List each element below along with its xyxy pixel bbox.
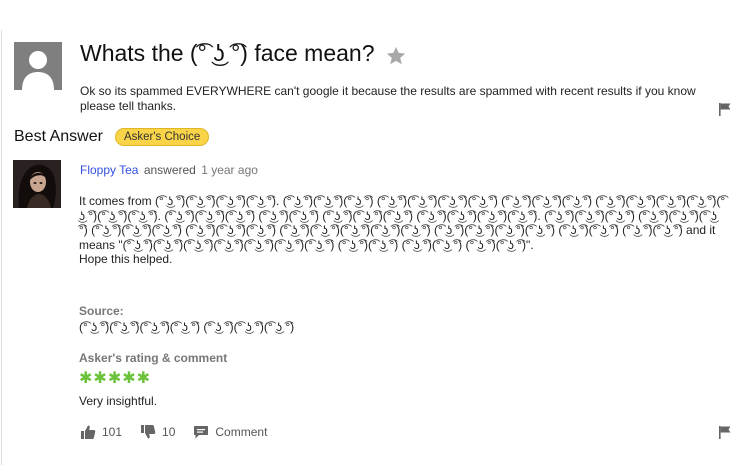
- question-title: Whats the (͡° ͜ʖ ͡°) face mean?: [80, 40, 375, 66]
- comment-button[interactable]: Comment: [193, 424, 267, 440]
- rating-comment: Very insightful.: [79, 394, 158, 408]
- comment-icon: [194, 426, 209, 439]
- thumbs-down-button[interactable]: 10: [140, 424, 175, 440]
- answer-meta: Floppy Tea answered 1 year ago: [80, 163, 258, 177]
- answer-timestamp: 1 year ago: [201, 163, 258, 177]
- answerer-username-link[interactable]: Floppy Tea: [80, 163, 138, 177]
- user-photo-icon: [13, 160, 61, 208]
- rating-label: Asker's rating & comment: [79, 351, 228, 365]
- source-label: Source:: [79, 304, 124, 318]
- best-answer-header: Best Answer Asker's Choice: [14, 128, 210, 146]
- thumbs-down-count: 10: [162, 425, 176, 439]
- answerer-avatar[interactable]: [13, 160, 61, 208]
- asker-avatar[interactable]: [14, 42, 62, 90]
- thumbs-down-icon: [141, 425, 156, 439]
- thumbs-up-button[interactable]: 101: [80, 424, 122, 440]
- default-user-icon: [14, 42, 62, 90]
- best-answer-heading: Best Answer: [14, 128, 103, 145]
- flag-icon[interactable]: [718, 102, 732, 116]
- answer-text: It comes from (͡° ͜ʖ ͡°)(͡° ͜ʖ ͡°)(͡° ͜ʖ…: [79, 194, 726, 252]
- rating-stars: ✱✱✱✱✱: [79, 370, 152, 387]
- comment-label: Comment: [215, 425, 268, 439]
- answered-label: answered: [143, 163, 196, 177]
- answer-actions: 101 10 Comment: [80, 424, 267, 440]
- left-border: [1, 30, 2, 465]
- star-icon[interactable]: [385, 45, 407, 67]
- thumbs-up-icon: [81, 425, 96, 439]
- question-title-row: Whats the (͡° ͜ʖ ͡°) face mean?: [80, 40, 407, 67]
- answer-body: It comes from (͡° ͜ʖ ͡°)(͡° ͜ʖ ͡°)(͡° ͜ʖ…: [79, 194, 727, 267]
- askers-choice-badge: Asker's Choice: [114, 128, 210, 146]
- flag-icon[interactable]: [718, 425, 732, 439]
- source-text: (͡° ͜ʖ ͡°)(͡° ͜ʖ ͡°)(͡° ͜ʖ ͡°)(͡° ͜ʖ ͡°)…: [79, 320, 295, 334]
- question-body: Ok so its spammed EVERYWHERE can't googl…: [80, 84, 696, 113]
- thumbs-up-count: 101: [102, 425, 123, 439]
- answer-closing: Hope this helped.: [79, 252, 173, 266]
